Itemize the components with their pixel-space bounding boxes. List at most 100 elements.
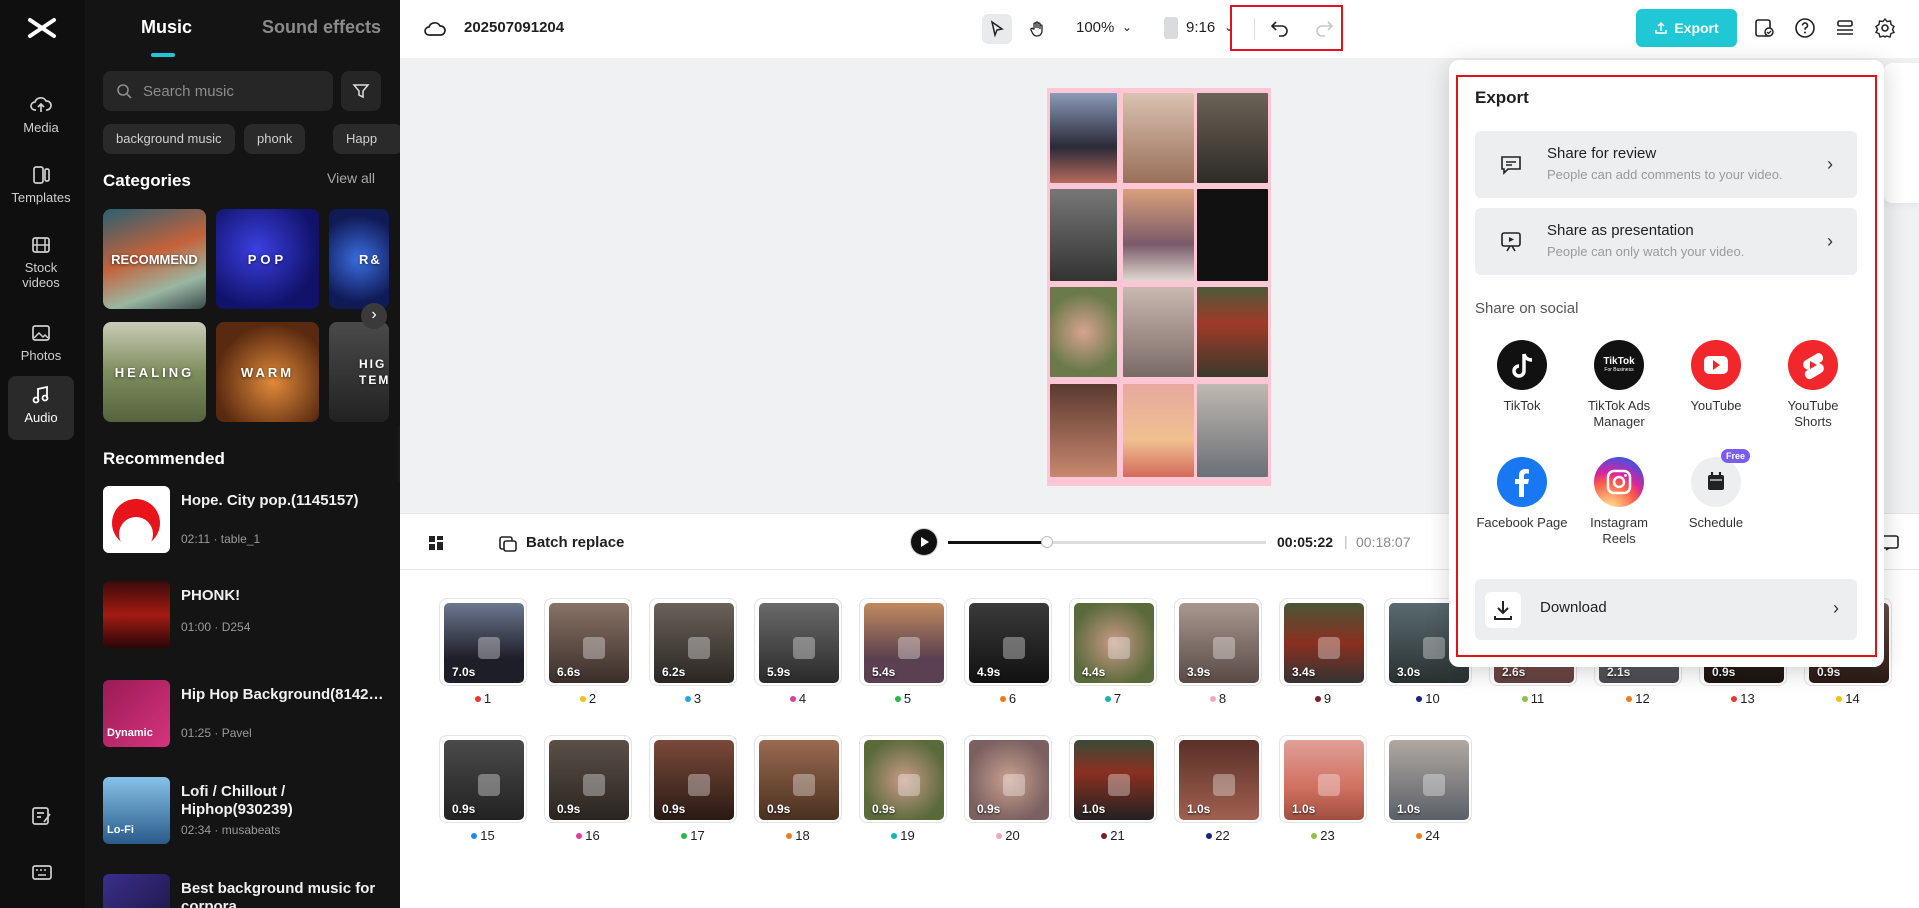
category-healing[interactable]: HEALING	[103, 322, 206, 422]
tab-sound-effects[interactable]: Sound effects	[262, 17, 381, 38]
clip-thumbnail[interactable]: 1.0s	[1384, 735, 1472, 823]
share-youtube-shorts-button[interactable]: YouTube Shorts	[1767, 340, 1859, 430]
replace-icon[interactable]	[478, 637, 500, 659]
search-box[interactable]	[103, 71, 333, 111]
chip-happy[interactable]: Happ	[333, 124, 400, 154]
pointer-icon	[990, 20, 1004, 38]
aspect-ratio[interactable]: 9:16	[1186, 19, 1215, 36]
clip-thumbnail[interactable]: 3.4s	[1279, 598, 1367, 686]
replace-icon[interactable]	[1318, 774, 1340, 796]
clip-thumbnail[interactable]: 5.9s	[754, 598, 842, 686]
replace-icon[interactable]	[1108, 637, 1130, 659]
share-tiktok-ads-button[interactable]: TikTok For Business TikTok Ads Manager	[1573, 340, 1665, 430]
playback-progress[interactable]	[948, 536, 1266, 548]
clip-thumbnail[interactable]: 6.6s	[544, 598, 632, 686]
tab-music[interactable]: Music	[141, 17, 192, 38]
batch-replace-button[interactable]: Batch replace	[526, 534, 624, 551]
download-option[interactable]: Download ›	[1475, 579, 1857, 640]
chip-phonk[interactable]: phonk	[244, 124, 306, 154]
download-label: Download	[1540, 599, 1607, 616]
clip-thumbnail[interactable]: 0.9s	[544, 735, 632, 823]
replace-icon[interactable]	[583, 637, 605, 659]
share-instagram-button[interactable]: Instagram Reels	[1573, 457, 1665, 547]
replace-icon[interactable]	[898, 774, 920, 796]
clip-thumbnail[interactable]: 5.4s	[859, 598, 947, 686]
clip-thumbnail[interactable]: 0.9s	[964, 735, 1052, 823]
replace-icon[interactable]	[1108, 774, 1130, 796]
track-item[interactable]: Dynamic Hip Hop Background(8142… 01:25 ·…	[103, 680, 393, 750]
share-tiktok-button[interactable]: TikTok	[1476, 340, 1568, 414]
clip-thumbnail[interactable]: 3.9s	[1174, 598, 1262, 686]
play-button[interactable]	[910, 528, 938, 556]
categories-next-button[interactable]: ›	[361, 303, 387, 329]
rail-item-templates[interactable]: Templates	[8, 156, 74, 220]
zoom-chevron-down-icon[interactable]: ⌄	[1122, 20, 1132, 34]
progress-handle[interactable]	[1040, 536, 1053, 548]
share-facebook-button[interactable]: Facebook Page	[1476, 457, 1568, 531]
replace-icon[interactable]	[1003, 637, 1025, 659]
rail-item-media[interactable]: Media	[8, 86, 74, 150]
clip-thumbnail[interactable]: 7.0s	[439, 598, 527, 686]
settings-gear-icon[interactable]	[1874, 17, 1896, 39]
schedule-button[interactable]: Free Schedule	[1670, 449, 1762, 531]
zoom-level[interactable]: 100%	[1076, 19, 1114, 36]
clip-thumbnail[interactable]: 0.9s	[439, 735, 527, 823]
export-button[interactable]: Export	[1636, 9, 1737, 47]
replace-icon[interactable]	[1003, 774, 1025, 796]
share-for-review-option[interactable]: Share for review People can add comments…	[1475, 131, 1857, 198]
review-icon[interactable]	[1753, 17, 1775, 39]
help-icon[interactable]	[1794, 17, 1816, 39]
clip-thumbnail[interactable]: 1.0s	[1279, 735, 1367, 823]
track-item[interactable]: PHONK! 01:00 · D254	[103, 581, 393, 651]
select-tool-button[interactable]	[982, 14, 1012, 44]
replace-icon[interactable]	[1213, 637, 1235, 659]
replace-icon[interactable]	[688, 637, 710, 659]
layout-grid-icon[interactable]	[426, 533, 446, 553]
clip-thumbnail[interactable]: 0.9s	[754, 735, 842, 823]
share-youtube-button[interactable]: YouTube	[1670, 340, 1762, 414]
clip-thumbnail[interactable]: 4.9s	[964, 598, 1052, 686]
cloud-sync-icon[interactable]	[424, 20, 446, 38]
track-item[interactable]: Hope. City pop.(1145157) 02:11 · table_1	[103, 486, 393, 556]
rail-item-photos[interactable]: Photos	[8, 314, 74, 378]
feedback-icon[interactable]	[30, 804, 54, 828]
rail-item-audio[interactable]: Audio	[8, 376, 74, 440]
chip-background-music[interactable]: background music	[103, 124, 235, 154]
clip-thumbnail[interactable]: 0.9s	[649, 735, 737, 823]
video-preview[interactable]	[1047, 88, 1271, 486]
view-all-link[interactable]: View all	[327, 170, 375, 186]
rail-item-stock-videos[interactable]: Stock videos	[8, 226, 74, 294]
category-pop[interactable]: POP	[216, 209, 319, 309]
collage-tile	[1123, 384, 1194, 477]
search-input[interactable]	[143, 79, 323, 103]
replace-icon[interactable]	[688, 774, 710, 796]
category-warm[interactable]: WARM	[216, 322, 319, 422]
hand-tool-button[interactable]	[1023, 14, 1053, 44]
replace-icon[interactable]	[1423, 774, 1445, 796]
clip-thumbnail[interactable]: 0.9s	[859, 735, 947, 823]
clip-thumbnail[interactable]: 1.0s	[1174, 735, 1262, 823]
replace-icon[interactable]	[793, 637, 815, 659]
clip-thumbnail[interactable]: 1.0s	[1069, 735, 1157, 823]
layers-icon[interactable]	[1834, 17, 1856, 39]
clip-thumbnail[interactable]: 6.2s	[649, 598, 737, 686]
track-item[interactable]: Lo-Fi Lofi / Chillout / Hiphop(930239) 0…	[103, 777, 393, 847]
keyboard-icon[interactable]	[30, 860, 54, 884]
share-as-presentation-option[interactable]: Share as presentation People can only wa…	[1475, 208, 1857, 275]
track-item[interactable]: Best background music for corpora	[103, 874, 393, 908]
replace-icon[interactable]	[478, 774, 500, 796]
rail-item-label: Templates	[11, 190, 71, 205]
category-high-tempo[interactable]: HIG TEM	[329, 322, 389, 422]
category-label: HEALING	[114, 364, 195, 380]
replace-icon[interactable]	[1213, 774, 1235, 796]
replace-icon[interactable]	[898, 637, 920, 659]
replace-icon[interactable]	[793, 774, 815, 796]
replace-icon[interactable]	[1318, 637, 1340, 659]
category-rnb[interactable]: R&	[329, 209, 389, 309]
project-name[interactable]: 202507091204	[464, 19, 564, 36]
filter-button[interactable]	[341, 71, 381, 111]
category-recommend[interactable]: RECOMMEND	[103, 209, 206, 309]
replace-icon[interactable]	[1423, 637, 1445, 659]
replace-icon[interactable]	[583, 774, 605, 796]
clip-thumbnail[interactable]: 4.4s	[1069, 598, 1157, 686]
